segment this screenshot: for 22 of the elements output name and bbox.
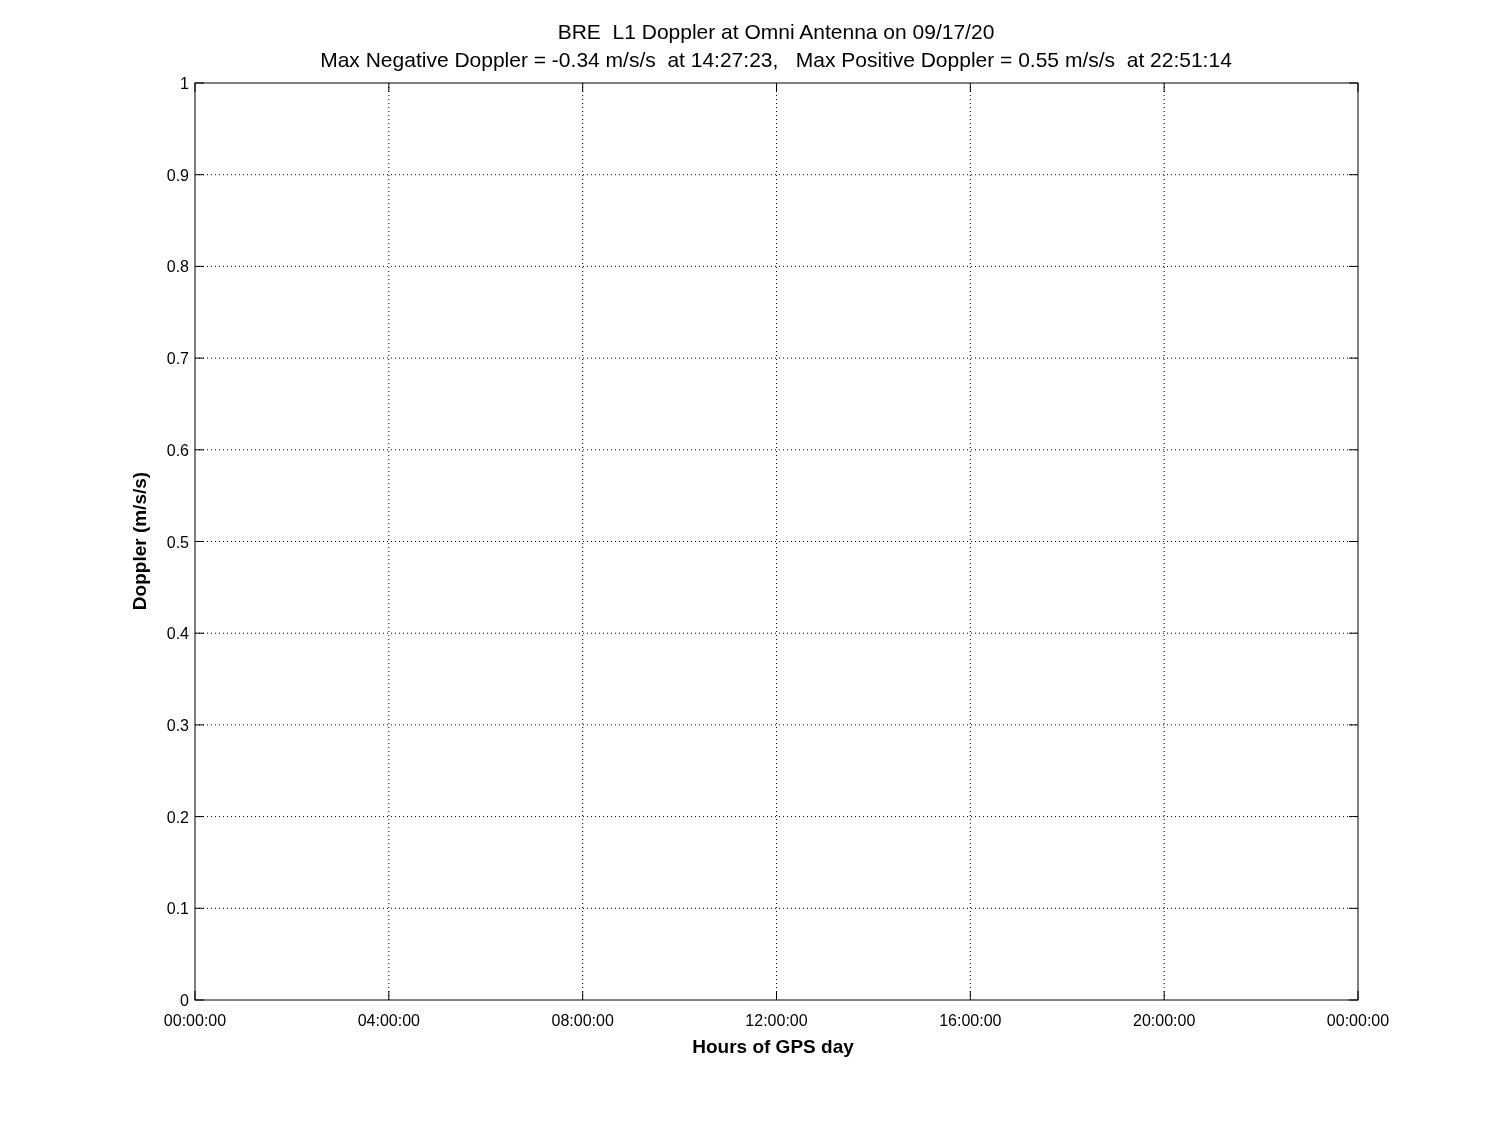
x-tick-label: 04:00:00 <box>357 1012 420 1029</box>
y-tick-label: 0.3 <box>166 716 189 734</box>
y-tick-label: 0.8 <box>166 258 189 276</box>
y-tick-label: 0.9 <box>166 166 189 184</box>
y-tick-label: 0 <box>180 992 189 1009</box>
x-tick-label: 00:00:00 <box>1326 1012 1390 1029</box>
y-tick-label: 0.1 <box>166 900 189 918</box>
y-tick-label: 0.6 <box>166 441 189 459</box>
chart-subtitle: Max Negative Doppler = -0.34 m/s/s at 14:27:23, Max Positive Doppler = 0.55 m/s/s at 22:51:14 <box>320 48 1232 71</box>
x-tick-label: 20:00:00 <box>1133 1012 1196 1029</box>
x-axis-label: Hours of GPS day <box>692 1036 854 1057</box>
y-tick-label: 0.7 <box>166 350 189 368</box>
x-tick-label: 00:00:00 <box>163 1012 227 1029</box>
y-tick-label: 0.5 <box>166 533 189 551</box>
x-tick-label: 16:00:00 <box>939 1012 1002 1029</box>
y-axis-label: Doppler (m/s/s) <box>129 471 150 611</box>
y-tick-label: 1 <box>180 75 189 92</box>
x-tick-label: 12:00:00 <box>745 1012 808 1029</box>
y-tick-label: 0.4 <box>166 625 189 643</box>
x-tick-label: 08:00:00 <box>551 1012 614 1029</box>
chart-title: BRE L1 Doppler at Omni Antenna on 09/17/20 <box>557 20 995 43</box>
y-tick-label: 0.2 <box>166 808 189 826</box>
